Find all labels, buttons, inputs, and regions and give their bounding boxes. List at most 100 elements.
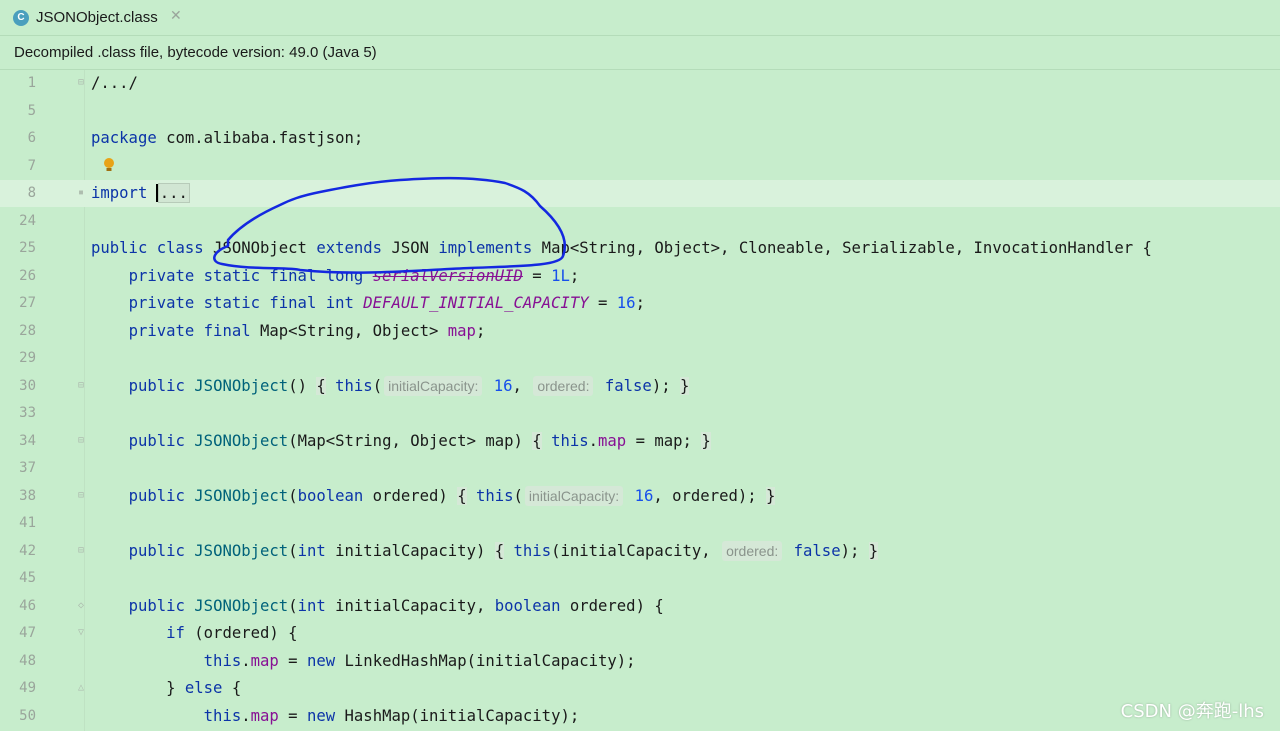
line-number[interactable]: 34: [0, 428, 36, 455]
code-token: 1L: [551, 266, 570, 285]
fold-marker-icon[interactable]: ⊟: [78, 545, 87, 556]
code-token: (Map<String, Object> map): [288, 431, 533, 450]
tab-jsonobject-class[interactable]: C JSONObject.class ✕: [0, 0, 192, 35]
code-line[interactable]: 28 private final Map<String, Object> map…: [0, 318, 1280, 345]
line-number[interactable]: 5: [0, 98, 36, 125]
fold-marker-icon[interactable]: △: [78, 683, 87, 693]
code-token: this: [551, 431, 589, 450]
lightbulb-icon[interactable]: [103, 157, 115, 172]
line-number[interactable]: 41: [0, 510, 36, 537]
code-token: com.alibaba.fastjson;: [156, 129, 364, 147]
parameter-hint: initialCapacity:: [384, 375, 483, 396]
line-number[interactable]: 49: [0, 675, 36, 702]
line-number[interactable]: 46: [0, 593, 36, 620]
code-line[interactable]: 29: [0, 345, 1280, 372]
fold-marker-icon[interactable]: ▪: [78, 188, 87, 198]
code-line[interactable]: 41: [0, 510, 1280, 537]
fold-marker-icon[interactable]: ◇: [78, 600, 87, 611]
code-line[interactable]: 50 this.map = new HashMap(initialCapacit…: [0, 703, 1280, 730]
code-line[interactable]: 34 ⊟ public JSONObject(Map<String, Object…: [0, 428, 1280, 455]
code-line[interactable]: 45: [0, 565, 1280, 592]
code-line[interactable]: 7: [0, 153, 1280, 180]
line-number[interactable]: 24: [0, 208, 36, 235]
line-number[interactable]: 48: [0, 648, 36, 675]
line-number[interactable]: 25: [0, 235, 36, 262]
line-number[interactable]: 30: [0, 373, 36, 400]
code-line[interactable]: 26 private static final long serialVersi…: [0, 263, 1280, 290]
fold-marker-icon[interactable]: ⊟: [78, 380, 87, 391]
line-number[interactable]: 37: [0, 455, 36, 482]
code-token: 16: [493, 376, 513, 395]
code-line[interactable]: 24: [0, 208, 1280, 235]
line-number[interactable]: 50: [0, 703, 36, 730]
code-line[interactable]: 6 package com.alibaba.fastjson;: [0, 125, 1280, 152]
line-number[interactable]: 8: [0, 180, 36, 207]
line-number[interactable]: 6: [0, 125, 36, 152]
code-token: (initialCapacity,: [551, 541, 721, 560]
code-token: }: [679, 376, 690, 395]
code-text: import ...: [91, 180, 190, 207]
code-line[interactable]: 48 this.map = new LinkedHashMap(initialC…: [0, 648, 1280, 675]
code-line[interactable]: 8 ▪ import ...: [0, 180, 1280, 207]
code-line[interactable]: 5: [0, 98, 1280, 125]
code-token: (): [288, 376, 317, 395]
code-line[interactable]: 30 ⊟ public JSONObject() { this(initialCa…: [0, 373, 1280, 400]
code-token: /.../: [91, 74, 138, 92]
fold-marker-icon[interactable]: ⊟: [78, 78, 87, 88]
folded-region[interactable]: ...: [157, 183, 190, 203]
code-line[interactable]: 38 ⊟ public JSONObject(boolean ordered) {…: [0, 483, 1280, 510]
code-token: ;: [569, 266, 580, 285]
code-token: private final: [128, 321, 251, 340]
code-token: if: [166, 624, 185, 642]
code-line[interactable]: 1 ⊟ /.../: [0, 70, 1280, 97]
code-token: map: [447, 321, 476, 340]
code-token: initialCapacity): [325, 541, 495, 560]
line-number[interactable]: 7: [0, 153, 36, 180]
fold-marker-icon[interactable]: ⊟: [78, 490, 87, 501]
code-token: ;: [635, 294, 645, 312]
line-number[interactable]: 26: [0, 263, 36, 290]
code-text: public JSONObject(Map<String, Object> ma…: [91, 428, 711, 455]
code-line[interactable]: 25 public class JSONObject extends JSON i…: [0, 235, 1280, 262]
code-token: =: [522, 266, 552, 285]
code-token: );: [651, 376, 680, 395]
fold-marker-icon[interactable]: ▽: [78, 628, 87, 638]
code-token: implements: [438, 239, 533, 257]
code-token: {: [532, 431, 542, 450]
code-line[interactable]: 46 ◇ public JSONObject(int initialCapacit…: [0, 593, 1280, 620]
code-text: private static final int DEFAULT_INITIAL…: [91, 290, 645, 317]
code-line[interactable]: 27 private static final int DEFAULT_INIT…: [0, 290, 1280, 317]
code-editor[interactable]: 1 ⊟ /.../ 5 6 package com.alibaba.fastjson; 7 8…: [0, 70, 1280, 731]
code-line[interactable]: 37: [0, 455, 1280, 482]
code-token: JSONObject: [194, 376, 289, 395]
line-number[interactable]: 28: [0, 318, 36, 345]
line-number[interactable]: 38: [0, 483, 36, 510]
code-line[interactable]: 42 ⊟ public JSONObject(int initialCapacit…: [0, 538, 1280, 565]
code-line[interactable]: 33: [0, 400, 1280, 427]
code-token: import: [91, 184, 148, 202]
close-icon[interactable]: ✕: [170, 8, 182, 24]
line-number[interactable]: 29: [0, 345, 36, 372]
code-line[interactable]: 47 ▽ if (ordered) {: [0, 620, 1280, 647]
line-number[interactable]: 42: [0, 538, 36, 565]
line-number[interactable]: 33: [0, 400, 36, 427]
code-token: =: [588, 294, 617, 312]
line-number[interactable]: 27: [0, 290, 36, 317]
code-text: private final Map<String, Object> map;: [91, 318, 486, 345]
line-number[interactable]: 45: [0, 565, 36, 592]
code-line[interactable]: 49 △ } else {: [0, 675, 1280, 702]
code-token: (ordered) {: [184, 624, 298, 642]
line-number[interactable]: 1: [0, 70, 36, 97]
line-number[interactable]: 47: [0, 620, 36, 647]
code-text: private static final long serialVersionU…: [91, 263, 580, 290]
code-token: DEFAULT_INITIAL_CAPACITY: [363, 294, 589, 312]
code-token: HashMap(initialCapacity);: [335, 706, 580, 725]
fold-marker-icon[interactable]: ⊟: [78, 435, 87, 446]
